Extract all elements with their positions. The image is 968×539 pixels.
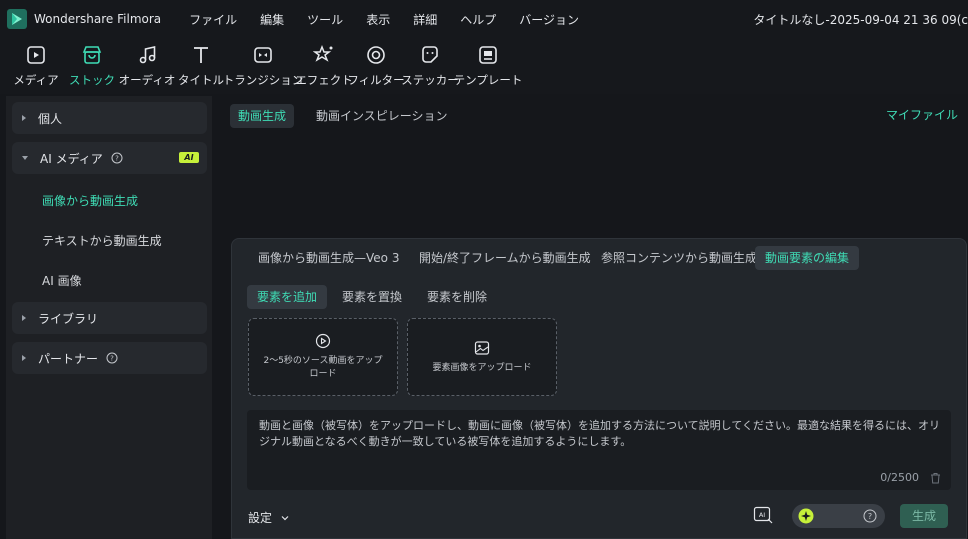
toolbar-transition[interactable]: トランジション	[223, 38, 303, 94]
sidebar: 個人 AI メディア ? AI 画像から動画生成 テキストから動画生成 AI 画…	[6, 96, 212, 539]
generate-button[interactable]: 生成	[900, 504, 948, 528]
filmora-logo-icon	[7, 9, 27, 29]
tab-start-end-frame[interactable]: 開始/終了フレームから動画生成	[409, 246, 601, 270]
sticker-icon	[422, 46, 438, 63]
image-upload-icon	[474, 340, 490, 355]
menu-advanced[interactable]: 詳細	[413, 11, 437, 28]
sidebar-item-ai-media[interactable]: AI メディア ? AI	[12, 142, 207, 174]
audio-icon	[139, 46, 156, 64]
document-title: タイトルなし-2025-09-04 21 36 09(c	[753, 13, 968, 27]
svg-text:?: ?	[868, 512, 872, 521]
sidebar-item-text-to-video[interactable]: テキストから動画生成	[42, 232, 162, 249]
tab-video-generation[interactable]: 動画生成	[230, 104, 295, 128]
video-upload-icon	[315, 333, 331, 349]
menu-bar: ファイル 編集 ツール 表示 詳細 ヘルプ バージョン	[189, 11, 602, 28]
toolbar-title[interactable]: タイトル	[176, 38, 226, 94]
trash-icon[interactable]	[930, 472, 941, 484]
toolbar-media[interactable]: メディア	[6, 38, 66, 94]
menu-help[interactable]: ヘルプ	[460, 11, 496, 28]
chevron-down-icon	[281, 515, 289, 520]
generation-panel: 画像から動画生成—Veo 3 開始/終了フレームから動画生成 参照コンテンツから…	[231, 238, 967, 539]
menu-view[interactable]: 表示	[366, 11, 390, 28]
help-icon[interactable]: ?	[111, 152, 123, 164]
help-icon[interactable]: ?	[106, 352, 118, 364]
character-counter: 0/2500	[880, 471, 919, 484]
my-files-link[interactable]: マイファイル	[886, 106, 958, 123]
caret-right-icon	[22, 355, 26, 361]
credit-indicator[interactable]: ?	[792, 504, 885, 528]
caret-right-icon	[22, 315, 26, 321]
ai-badge: AI	[179, 152, 199, 163]
stock-icon	[82, 46, 102, 64]
filter-icon	[367, 46, 385, 64]
tab-edit-video-elements[interactable]: 動画要素の編集	[755, 246, 860, 270]
menu-file[interactable]: ファイル	[189, 11, 237, 28]
tab-reference-content[interactable]: 参照コンテンツから動画生成	[591, 246, 767, 270]
tab-video-inspiration[interactable]: 動画インスピレーション	[308, 104, 456, 128]
svg-text:AI: AI	[759, 511, 765, 519]
help-icon[interactable]: ?	[863, 509, 877, 523]
menu-version[interactable]: バージョン	[519, 11, 579, 28]
caret-right-icon	[22, 115, 26, 121]
prompt-placeholder: 動画と画像（被写体）をアップロードし、動画に画像（被写体）を追加する方法について…	[259, 419, 941, 448]
subtab-add-element[interactable]: 要素を追加	[247, 285, 328, 309]
sidebar-item-ai-image[interactable]: AI 画像	[42, 272, 82, 289]
sidebar-item-library[interactable]: ライブラリ	[12, 302, 207, 334]
template-icon	[479, 46, 497, 64]
title-icon	[194, 47, 208, 63]
toolbar-audio[interactable]: オーディオ	[118, 38, 176, 94]
toolbar-sticker[interactable]: ステッカー	[401, 38, 459, 94]
sidebar-item-personal[interactable]: 個人	[12, 102, 207, 134]
sidebar-item-image-to-video[interactable]: 画像から動画生成	[42, 192, 138, 209]
caret-down-icon	[22, 156, 28, 160]
subtab-remove-element[interactable]: 要素を削除	[417, 285, 497, 309]
effect-icon	[313, 44, 333, 62]
prompt-textarea[interactable]: 動画と画像（被写体）をアップロードし、動画に画像（被写体）を追加する方法について…	[247, 410, 951, 490]
upload-source-video[interactable]: 2〜5秒のソース動画をアップロード	[248, 318, 398, 396]
svg-text:?: ?	[115, 155, 119, 163]
ai-assist-icon[interactable]: AI	[753, 506, 773, 524]
menu-tools[interactable]: ツール	[307, 11, 343, 28]
svg-text:?: ?	[110, 355, 114, 363]
title-bar: Wondershare Filmora ファイル 編集 ツール 表示 詳細 ヘル…	[0, 0, 968, 38]
media-icon	[27, 46, 45, 64]
credit-sparkle-icon	[798, 508, 814, 524]
tab-image-to-video-veo3[interactable]: 画像から動画生成—Veo 3	[248, 246, 409, 270]
toolbar-effect[interactable]: エフェクト	[295, 38, 353, 94]
toolbar-stock[interactable]: ストック	[66, 38, 118, 94]
transition-icon	[254, 47, 272, 63]
settings-dropdown[interactable]: 設定	[248, 509, 290, 526]
upload-element-image[interactable]: 要素画像をアップロード	[407, 318, 557, 396]
subtab-replace-element[interactable]: 要素を置換	[332, 285, 412, 309]
toolbar-template[interactable]: テンプレート	[454, 38, 522, 94]
sidebar-item-partner[interactable]: パートナー ?	[12, 342, 207, 374]
app-name: Wondershare Filmora	[34, 12, 162, 26]
toolbar-filter[interactable]: フィルター	[347, 38, 405, 94]
menu-edit[interactable]: 編集	[260, 11, 284, 28]
main-toolbar: メディア ストック オーディオ タイトル トランジション エフェクト フィルター…	[0, 38, 968, 94]
